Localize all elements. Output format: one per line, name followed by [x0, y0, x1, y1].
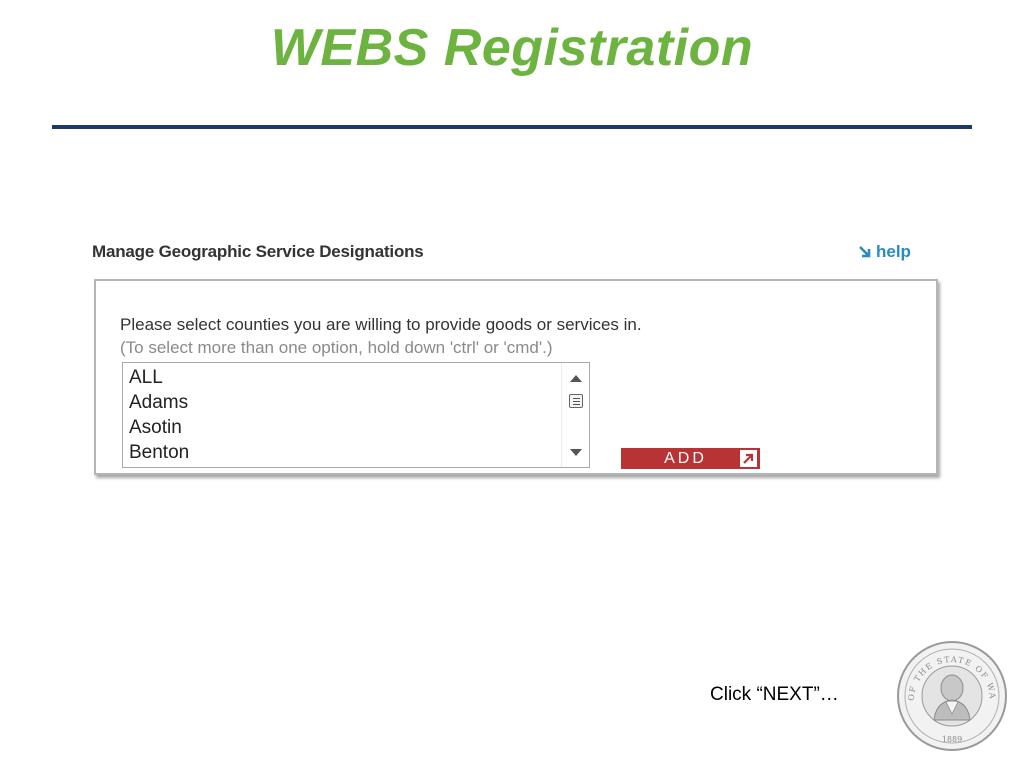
list-item[interactable]: Asotin	[129, 417, 182, 439]
title-divider	[52, 125, 972, 129]
list-scrollbar[interactable]	[561, 363, 589, 467]
arrow-down-right-icon	[859, 246, 871, 258]
footer-note: Click “NEXT”…	[710, 684, 839, 705]
help-label: help	[876, 242, 911, 261]
instruction-text: Please select counties you are willing t…	[120, 315, 642, 334]
add-button-label: ADD	[664, 449, 707, 467]
county-select-list[interactable]: ALL Adams Asotin Benton	[122, 362, 590, 468]
list-item[interactable]: Adams	[129, 392, 188, 414]
scroll-down-icon[interactable]	[570, 449, 582, 456]
scroll-thumb[interactable]	[569, 394, 583, 408]
washington-state-seal: THE SEAL OF THE STATE OF WASHINGTON 1889	[896, 640, 1007, 751]
hint-text: (To select more than one option, hold do…	[120, 338, 553, 357]
list-item[interactable]: ALL	[129, 367, 163, 389]
list-item[interactable]: Benton	[129, 442, 189, 464]
add-button[interactable]: ADD	[621, 448, 760, 469]
help-link[interactable]: help	[858, 242, 911, 262]
arrow-up-right-icon	[740, 450, 757, 467]
panel-header: Manage Geographic Service Designations	[92, 242, 424, 261]
slide-title: WEBS Registration	[270, 19, 754, 77]
svg-text:1889: 1889	[942, 735, 962, 744]
scroll-up-icon[interactable]	[570, 375, 582, 382]
